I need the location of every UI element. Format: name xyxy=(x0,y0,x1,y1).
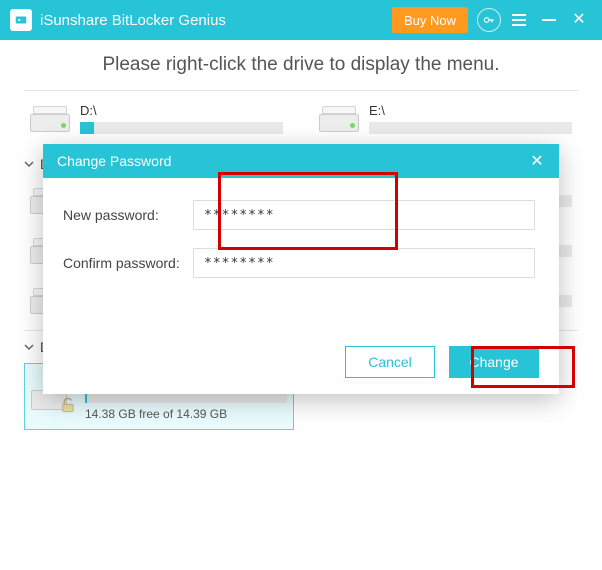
app-logo-icon xyxy=(10,9,32,31)
key-icon xyxy=(477,8,501,32)
app-title: iSunshare BitLocker Genius xyxy=(40,12,226,29)
close-icon: ✕ xyxy=(572,12,585,28)
close-icon: ✕ xyxy=(530,153,543,170)
minimize-icon xyxy=(542,19,556,21)
confirm-password-label: Confirm password: xyxy=(63,255,193,271)
instruction-text: Please right-click the drive to display … xyxy=(0,40,602,84)
change-button[interactable]: Change xyxy=(449,346,539,378)
drive-card-e[interactable]: E:\ xyxy=(313,95,578,142)
drive-free-text: 14.38 GB free of 14.39 GB xyxy=(85,407,287,421)
hdd-icon xyxy=(30,106,70,132)
drive-letter: D:\ xyxy=(80,103,283,118)
drive-letter: E:\ xyxy=(369,103,572,118)
hdd-icon xyxy=(319,106,359,132)
hamburger-icon xyxy=(512,14,526,26)
unlock-icon xyxy=(59,396,77,414)
chevron-down-icon xyxy=(24,342,34,352)
dialog-close-button[interactable]: ✕ xyxy=(525,151,549,171)
minimize-button[interactable] xyxy=(534,5,564,35)
chevron-down-icon xyxy=(24,159,34,169)
dialog-title: Change Password xyxy=(57,153,171,169)
titlebar: iSunshare BitLocker Genius Buy Now ✕ xyxy=(0,0,602,40)
menu-button[interactable] xyxy=(504,5,534,35)
close-button[interactable]: ✕ xyxy=(564,5,594,35)
register-key-button[interactable] xyxy=(474,5,504,35)
drive-card-d[interactable]: D:\ xyxy=(24,95,289,142)
confirm-password-input[interactable] xyxy=(193,248,535,278)
usage-bar xyxy=(80,122,283,134)
buy-now-button[interactable]: Buy Now xyxy=(392,7,468,33)
new-password-label: New password: xyxy=(63,207,193,223)
change-password-dialog: Change Password ✕ New password: Confirm … xyxy=(43,144,559,394)
divider xyxy=(24,90,578,91)
new-password-input[interactable] xyxy=(193,200,535,230)
usage-bar xyxy=(369,122,572,134)
cancel-button[interactable]: Cancel xyxy=(345,346,435,378)
dialog-titlebar: Change Password ✕ xyxy=(43,144,559,178)
